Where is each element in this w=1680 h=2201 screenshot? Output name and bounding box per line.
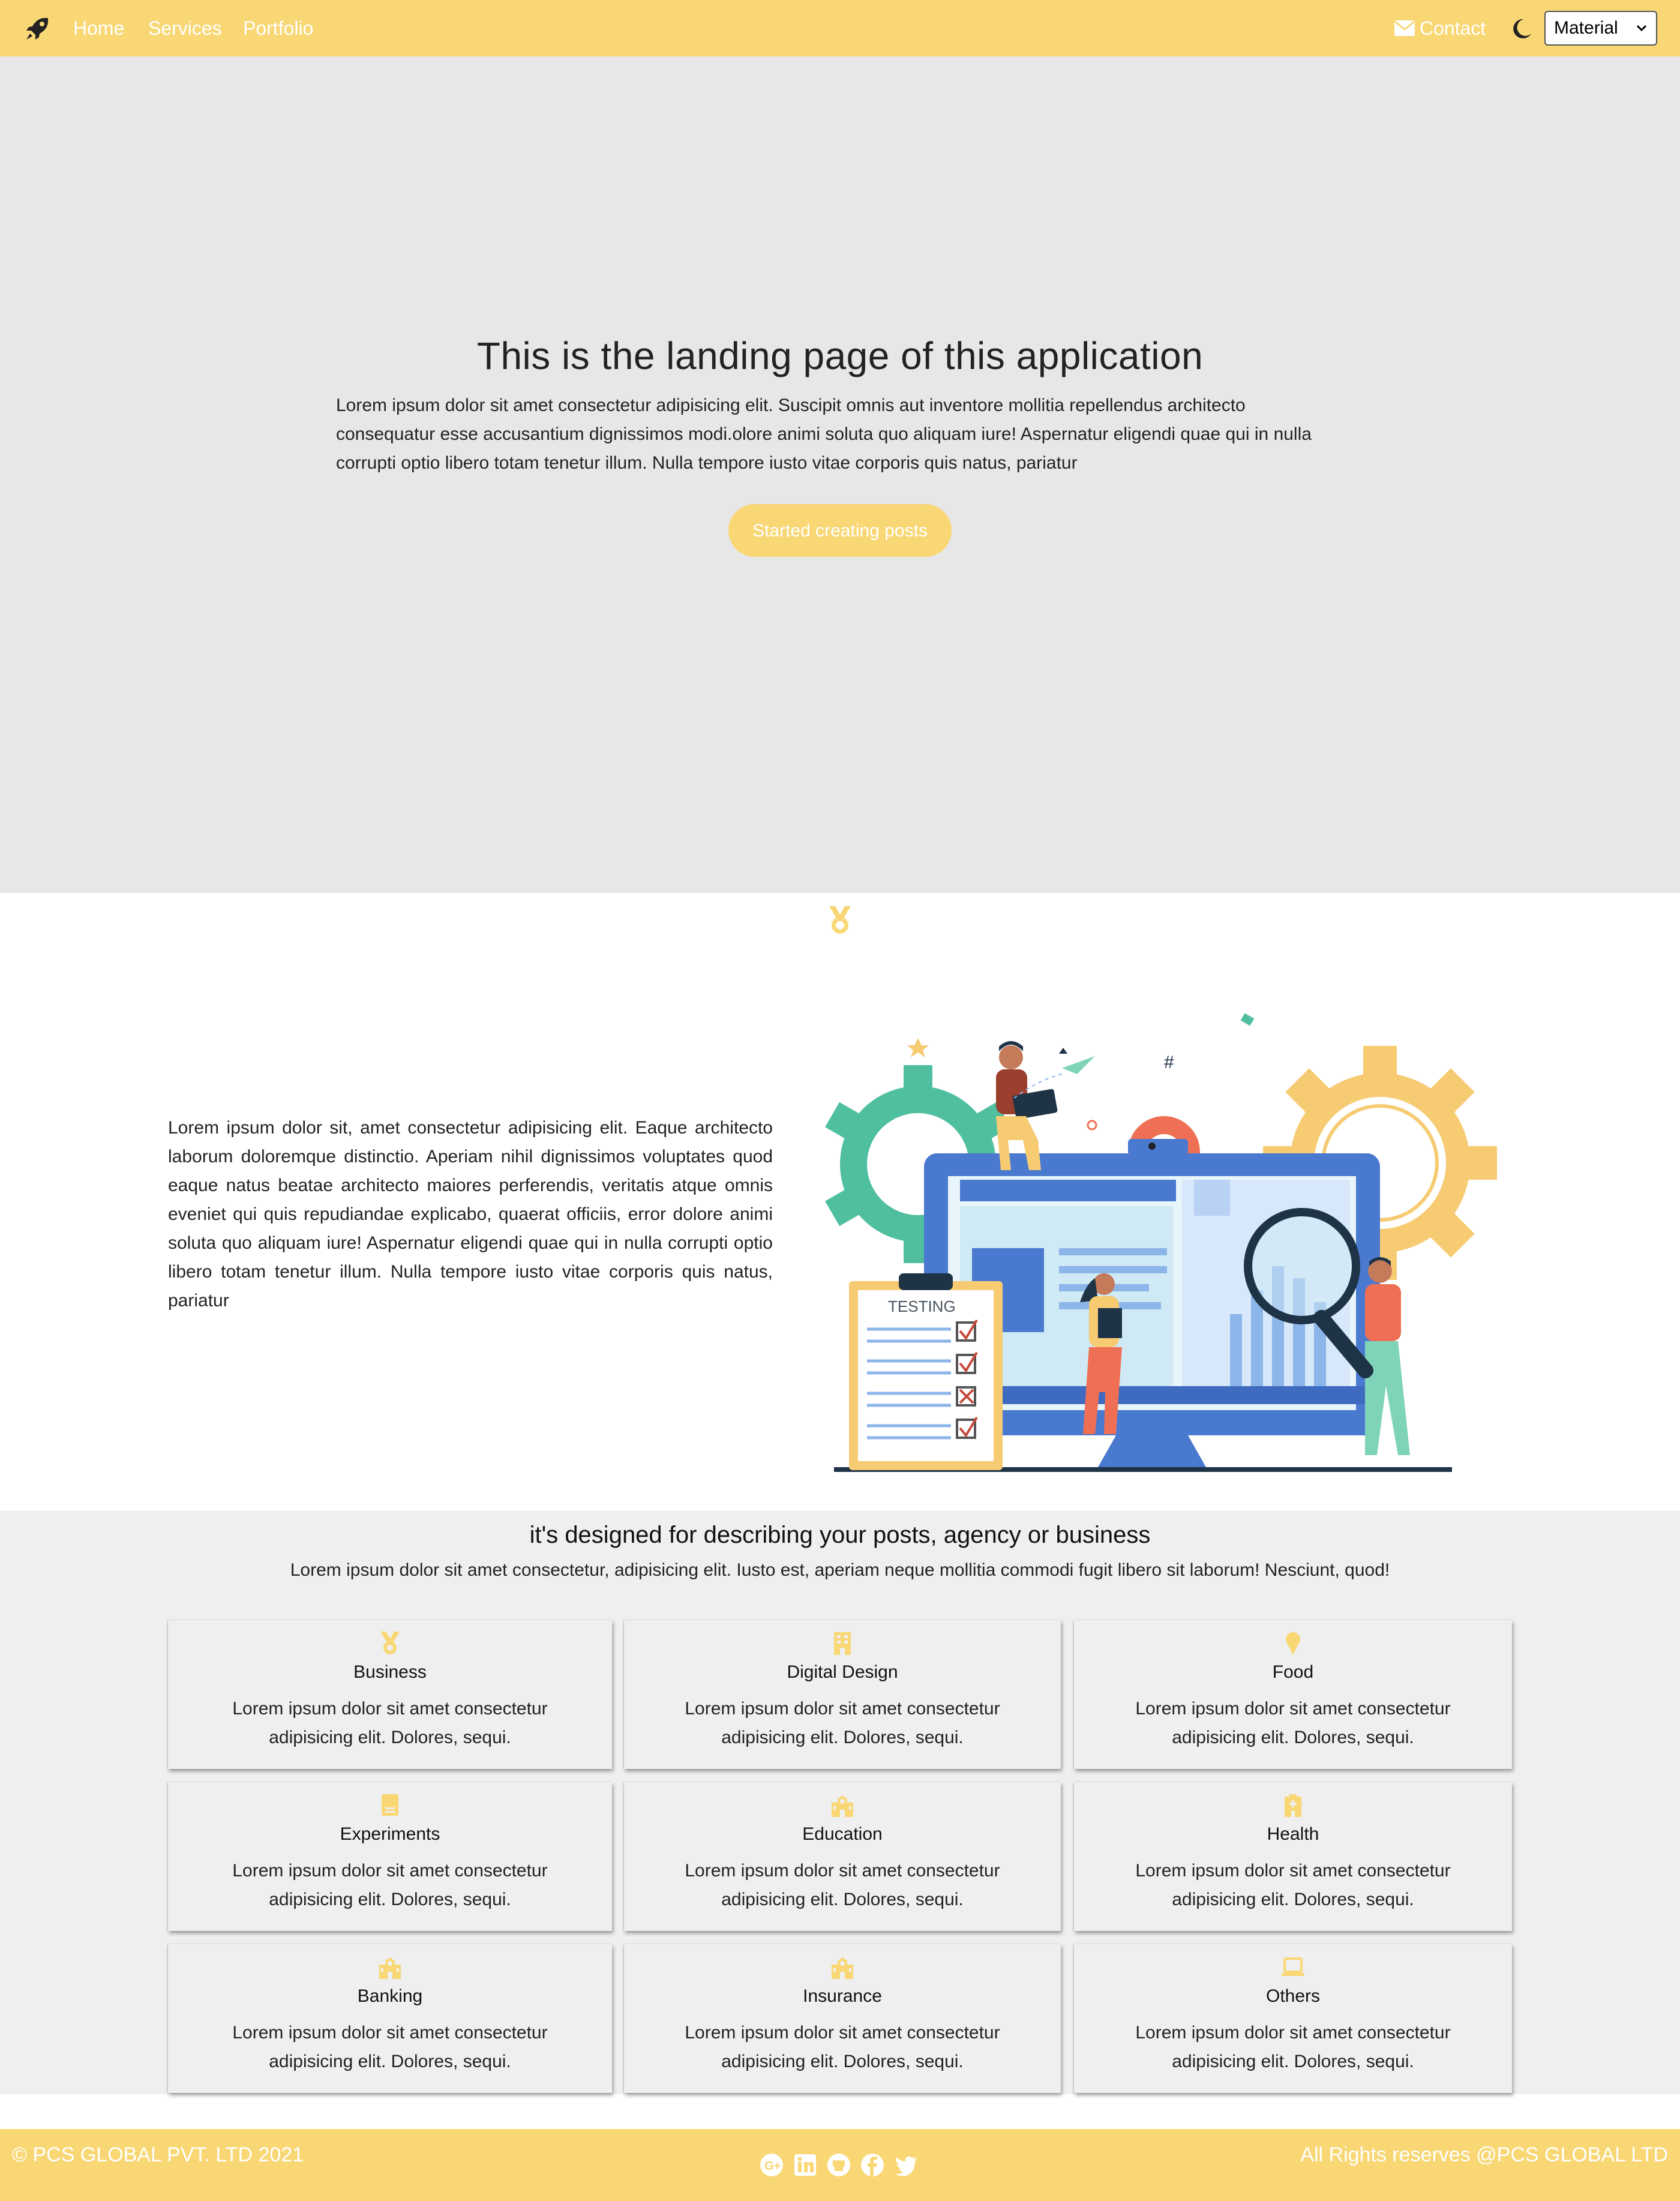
theme-select[interactable]: Material — [1544, 11, 1657, 46]
feature-text: Lorem ipsum dolor sit, amet consectetur … — [168, 1118, 773, 1311]
service-card-experiments[interactable]: Experiments Lorem ipsum dolor sit amet c… — [168, 1782, 612, 1931]
building-icon — [830, 1631, 854, 1655]
service-card-text: Lorem ipsum dolor sit amet consectetur a… — [685, 2023, 1000, 2071]
service-card-insurance[interactable]: Insurance Lorem ipsum dolor sit amet con… — [624, 1944, 1061, 2093]
hospital-icon — [1281, 1793, 1305, 1817]
service-card-title: Education — [802, 1824, 883, 1844]
service-card-text: Lorem ipsum dolor sit amet consectetur a… — [1135, 2023, 1451, 2071]
envelope-icon — [1394, 20, 1415, 36]
hero-text: Lorem ipsum dolor sit amet consectetur a… — [336, 395, 1312, 473]
moon-icon[interactable] — [1507, 13, 1537, 43]
service-card-business[interactable]: Business Lorem ipsum dolor sit amet cons… — [168, 1620, 612, 1769]
service-card-text: Lorem ipsum dolor sit amet consectetur a… — [1135, 1699, 1451, 1747]
service-card-education[interactable]: Education Lorem ipsum dolor sit amet con… — [624, 1782, 1061, 1931]
google-plus-icon[interactable]: G+ — [760, 2153, 784, 2177]
linkedin-icon[interactable] — [793, 2153, 817, 2177]
service-card-digital-design[interactable]: Digital Design Lorem ipsum dolor sit ame… — [624, 1620, 1061, 1769]
rocket-icon[interactable] — [23, 13, 53, 43]
contact-label: Contact — [1420, 17, 1486, 39]
twitter-icon[interactable] — [894, 2153, 918, 2177]
service-card-food[interactable]: Food Lorem ipsum dolor sit amet consecte… — [1074, 1620, 1512, 1769]
nav-home-link[interactable]: Home — [73, 13, 124, 43]
service-card-text: Lorem ipsum dolor sit amet consectetur a… — [232, 1861, 548, 1909]
nav-services-link[interactable]: Services — [148, 13, 222, 43]
medal-icon — [378, 1631, 402, 1655]
school-icon — [378, 1955, 402, 1979]
service-card-text: Lorem ipsum dolor sit amet consectetur a… — [1135, 1861, 1451, 1909]
service-card-title: Banking — [357, 1986, 423, 2006]
service-card-text: Lorem ipsum dolor sit amet consectetur a… — [232, 1699, 548, 1747]
footer-copyright: © PCS GLOBAL PVT. LTD 2021 — [12, 2143, 304, 2166]
book-icon — [378, 1793, 402, 1817]
service-card-text: Lorem ipsum dolor sit amet consectetur a… — [685, 1861, 1000, 1909]
service-card-title: Others — [1265, 1986, 1321, 2006]
service-card-others[interactable]: Others Lorem ipsum dolor sit amet consec… — [1074, 1944, 1512, 2093]
service-card-title: Health — [1267, 1824, 1319, 1844]
laptop-icon — [1281, 1955, 1305, 1979]
school-icon — [830, 1793, 854, 1817]
service-card-title: Food — [1272, 1662, 1314, 1682]
services-title: it's designed for describing your posts,… — [529, 1522, 1151, 1548]
svg-text:G+: G+ — [764, 2160, 781, 2173]
start-creating-posts-button[interactable]: Started creating posts — [728, 504, 952, 557]
service-card-title: Business — [353, 1662, 427, 1682]
service-card-text: Lorem ipsum dolor sit amet consectetur a… — [685, 1699, 1000, 1747]
service-card-banking[interactable]: Banking Lorem ipsum dolor sit amet conse… — [168, 1944, 612, 2093]
service-card-text: Lorem ipsum dolor sit amet consectetur a… — [232, 2023, 548, 2071]
ice-cream-icon — [1281, 1631, 1305, 1655]
nav-portfolio-link[interactable]: Portfolio — [243, 13, 313, 43]
hero-title: This is the landing page of this applica… — [476, 334, 1204, 377]
facebook-icon[interactable] — [860, 2153, 884, 2177]
nav-contact-link[interactable]: Contact — [1394, 13, 1486, 43]
service-card-health[interactable]: Health Lorem ipsum dolor sit amet consec… — [1074, 1782, 1512, 1931]
chevron-down-icon — [1636, 25, 1647, 32]
medal-icon — [827, 905, 853, 935]
social-links: G+ — [760, 2153, 922, 2177]
service-card-title: Experiments — [340, 1824, 440, 1844]
school-icon — [830, 1955, 854, 1979]
services-subtitle: Lorem ipsum dolor sit amet consectetur, … — [290, 1560, 1390, 1580]
footer-rights: All Rights reserves @PCS GLOBAL LTD — [1300, 2143, 1668, 2166]
testing-label: TESTING — [888, 1297, 956, 1315]
svg-text:#: # — [1164, 1052, 1174, 1072]
service-card-title: Insurance — [803, 1986, 882, 2006]
testing-illustration: TESTING # — [822, 1002, 1506, 1488]
theme-select-value: Material — [1554, 18, 1618, 38]
service-card-title: Digital Design — [787, 1662, 898, 1682]
github-icon[interactable] — [827, 2153, 851, 2177]
